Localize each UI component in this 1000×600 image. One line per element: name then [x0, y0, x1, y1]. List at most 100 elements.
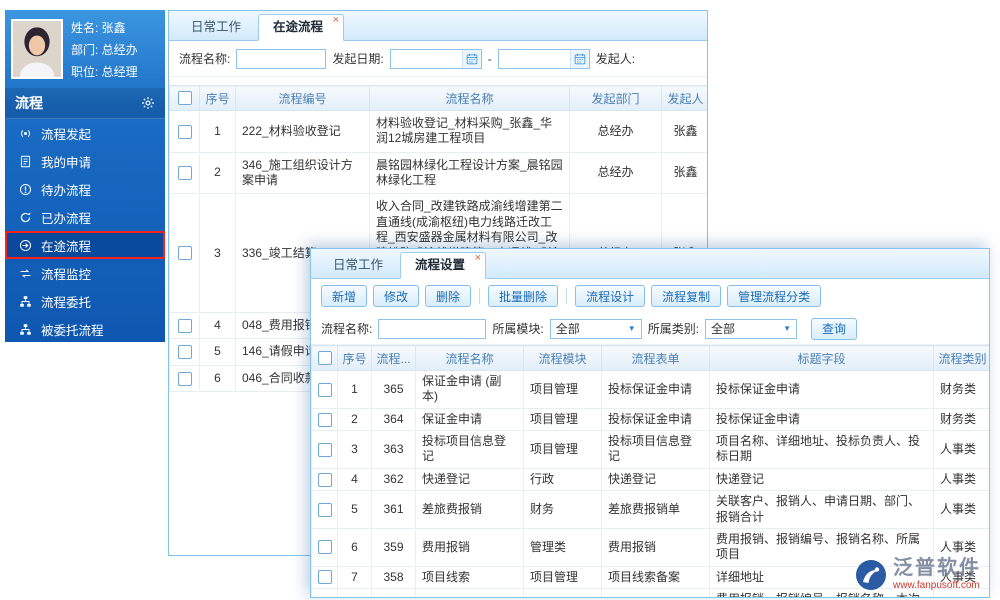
cell-code: 362	[371, 467, 416, 492]
cell-seq: 3	[199, 193, 236, 313]
manage-category-button[interactable]: 管理流程分类	[727, 285, 822, 307]
row-checkbox[interactable]	[177, 166, 192, 181]
calendar-icon[interactable]	[461, 49, 481, 68]
row-checkbox[interactable]	[318, 540, 332, 555]
cell-title-fields: 项目名称、详细地址、投标负责人、投标日期	[709, 430, 934, 469]
sidebar-item-completed[interactable]: 已办流程	[5, 203, 165, 231]
row-checkbox[interactable]	[177, 124, 192, 139]
select-all-checkbox[interactable]	[177, 91, 192, 106]
date-to-input[interactable]	[498, 50, 570, 67]
cell-form: 投标项目信息登记	[601, 430, 710, 469]
refresh-icon	[18, 210, 32, 224]
gear-icon[interactable]	[141, 96, 155, 110]
delete-button[interactable]: 删除	[425, 285, 472, 307]
row-checkbox[interactable]	[177, 371, 192, 386]
add-button[interactable]: 新增	[321, 285, 368, 307]
process-design-button[interactable]: 流程设计	[575, 285, 646, 307]
sidebar-item-initiate[interactable]: 流程发起	[5, 119, 165, 147]
sidebar-item-label: 我的申请	[41, 155, 92, 170]
brand-name: 泛普软件	[893, 557, 981, 579]
sidebar-item-in-transit[interactable]: 在途流程	[5, 231, 165, 259]
sidebar-item-label: 待办流程	[41, 183, 92, 198]
sidebar-item-pending[interactable]: 待办流程	[5, 175, 165, 203]
table-row[interactable]: 5 361 差旅费报销 财务 差旅费报销单 关联客户、报销人、申请日期、部门、报…	[311, 490, 989, 529]
start-date-label: 发起日期:	[332, 52, 384, 66]
document-icon	[18, 154, 32, 168]
module-label: 所属模块:	[492, 322, 544, 336]
row-checkbox[interactable]	[177, 345, 192, 360]
calendar-icon[interactable]	[569, 49, 589, 68]
cell-module: 项目管理	[523, 407, 602, 432]
table-row[interactable]: 4 362 快递登记 行政 快递登记 快递登记 人事类	[311, 467, 989, 492]
cell-seq: 1	[337, 370, 372, 409]
search-button[interactable]: 查询	[811, 317, 858, 340]
row-checkbox[interactable]	[177, 246, 192, 261]
row-checkbox[interactable]	[318, 472, 332, 487]
tab-close-icon[interactable]: ×	[475, 252, 481, 264]
tab-close-icon[interactable]: ×	[333, 14, 339, 26]
cell-module: 行政	[523, 467, 602, 492]
brand-logo-icon	[855, 559, 887, 591]
row-checkbox[interactable]	[318, 502, 332, 517]
batch-delete-button[interactable]: 批量删除	[488, 285, 559, 307]
row-checkbox[interactable]	[318, 412, 332, 427]
tab-in-transit[interactable]: 在途流程 ×	[258, 14, 345, 41]
table-row[interactable]: 2 346_施工组织设计方案申请 晨铭园林绿化工程设计方案_晨铭园林绿化工程 总…	[169, 151, 707, 195]
process-name-input[interactable]	[378, 318, 487, 339]
brand-watermark: 泛普软件 www.fanpusoft.com	[855, 558, 981, 591]
table-row[interactable]: 3 363 投标项目信息登记 项目管理 投标项目信息登记 项目名称、详细地址、投…	[311, 430, 989, 469]
process-menu: 流程发起 我的申请 待办流程 已办流程 在途流程 流程监控 流程委托 被委托流程	[5, 119, 165, 343]
module-select[interactable]: 全部 ▼	[549, 318, 642, 339]
cell-module: 管理类	[523, 527, 602, 567]
back-tabbar: 日常工作 在途流程 ×	[169, 11, 707, 41]
cell-seq: 1	[199, 110, 236, 153]
cell-form: 投标保证金申请	[601, 407, 710, 432]
table-row[interactable]: 1 222_材料验收登记 材料验收登记_材料采购_张鑫_华润12城房建工程项目 …	[169, 110, 707, 153]
sidebar-item-delegated-to-me[interactable]: 被委托流程	[5, 315, 165, 343]
checkbox-cell	[169, 338, 200, 366]
row-checkbox[interactable]	[318, 570, 332, 585]
checkbox-cell	[169, 110, 200, 153]
select-all-checkbox[interactable]	[317, 351, 332, 366]
table-row[interactable]: 2 364 保证金申请 项目管理 投标保证金申请 投标保证金申请 财务类	[311, 407, 989, 432]
date-from-input[interactable]	[390, 50, 462, 67]
table-row[interactable]: 1 365 保证金申请 (副本) 项目管理 投标保证金申请 投标保证金申请 财务…	[311, 370, 989, 409]
cell-category: 人事类	[933, 430, 989, 469]
cell-name: 费用报销	[415, 527, 524, 567]
row-checkbox[interactable]	[318, 382, 332, 397]
sidebar-item-monitor[interactable]: 流程监控	[5, 259, 165, 287]
cell-code: 222_材料验收登记	[235, 110, 370, 153]
tab-daily-work[interactable]: 日常工作	[177, 15, 255, 40]
tab-daily-work[interactable]: 日常工作	[319, 253, 397, 278]
module-select-value: 全部	[555, 322, 580, 336]
cell-name: 材料验收登记_材料采购_张鑫_华润12城房建工程项目	[369, 110, 570, 153]
row-checkbox[interactable]	[177, 318, 192, 333]
sidebar-item-label: 流程监控	[41, 267, 92, 282]
cell-seq: 6	[337, 527, 372, 567]
sidebar-item-delegate[interactable]: 流程委托	[5, 287, 165, 315]
cell-code: 357	[371, 587, 416, 597]
sync-arrows-icon	[18, 266, 32, 280]
user-profile: 姓名: 张鑫 部门: 总经办 职位: 总经理	[5, 10, 165, 88]
cell-code: 361	[371, 490, 416, 529]
section-title: 流程	[15, 95, 43, 111]
cell-name: 保证金申请 (副本)	[415, 370, 524, 409]
row-checkbox[interactable]	[318, 442, 332, 457]
tab-label: 日常工作	[191, 20, 242, 34]
edit-button[interactable]: 修改	[373, 285, 420, 307]
cell-code: 365	[371, 370, 416, 409]
cell-name: 保证金申请	[415, 407, 524, 432]
tab-process-settings[interactable]: 流程设置 ×	[400, 252, 487, 279]
process-section-header: 流程	[5, 88, 165, 119]
sidebar-item-my-applications[interactable]: 我的申请	[5, 147, 165, 175]
cell-seq: 2	[337, 407, 372, 432]
date-to-field	[497, 48, 590, 69]
alert-circle-icon	[18, 182, 32, 196]
cell-seq: 5	[199, 338, 236, 366]
process-copy-button[interactable]: 流程复制	[651, 285, 722, 307]
category-select[interactable]: 全部 ▼	[705, 318, 798, 339]
sidebar-item-label: 被委托流程	[41, 323, 104, 338]
cell-name: 项目线索	[415, 565, 524, 589]
process-name-input[interactable]	[236, 48, 327, 69]
cell-code: 363	[371, 430, 416, 469]
